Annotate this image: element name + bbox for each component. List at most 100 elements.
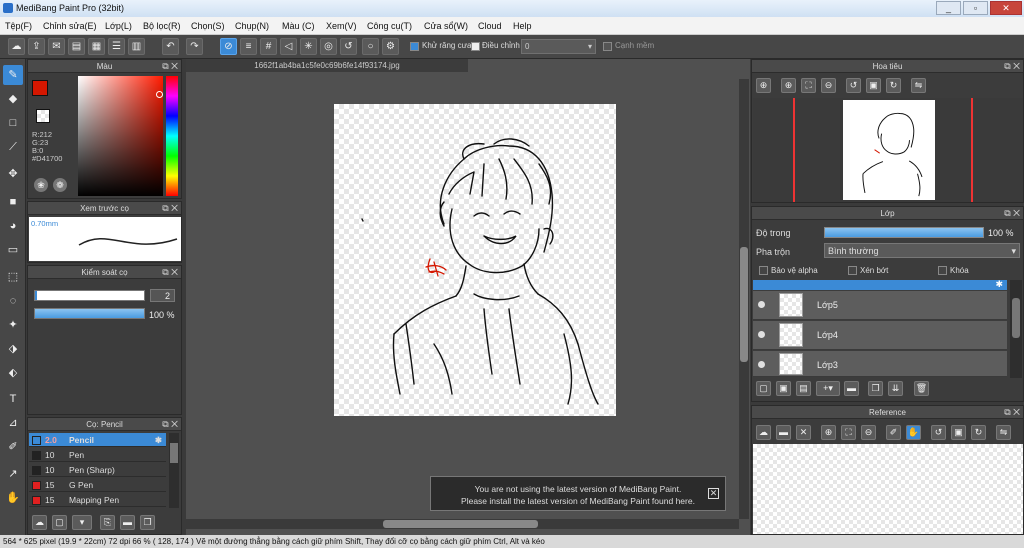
correction-select[interactable]: 0 ▾ [521,39,596,54]
no-snap-icon[interactable]: ⊘ [220,38,237,55]
list-icon[interactable]: ☰ [108,38,125,55]
visibility-icon[interactable] [758,301,765,308]
settings-icon[interactable]: ⚙ [382,38,399,55]
new-brush-icon[interactable]: ▢ [52,515,67,530]
brush-item-pencil[interactable]: 2.0 Pencil ✱ [29,433,166,447]
add-brush-icon[interactable]: ☁ [32,515,47,530]
eraser-tool-icon[interactable]: ◆ [3,89,23,109]
upload-icon[interactable]: ⇪ [28,38,45,55]
edge-checkbox[interactable] [603,42,612,51]
menu-help[interactable]: Help [513,21,532,31]
delete-layer-icon[interactable]: 🗑 [914,381,929,396]
navigator-preview[interactable] [753,98,1023,202]
grid-snap-icon[interactable]: # [260,38,277,55]
undo-icon[interactable]: ↶ [162,38,179,55]
blend-select[interactable]: Bình thường ▾ [824,243,1020,258]
gear-icon[interactable]: ✱ [995,279,1003,290]
selected-layer-row[interactable]: ✱ [753,279,1007,290]
picker-tool-icon[interactable]: ↗ [3,464,23,484]
visibility-icon[interactable] [758,361,765,368]
hue-bar[interactable] [166,76,178,196]
panel-close-icon[interactable]: ⧉ ✕ [162,266,178,279]
eyedropper-tool-icon[interactable]: ✐ [3,437,23,457]
lock-checkbox[interactable] [938,266,947,275]
new-layer-icon[interactable]: ▢ [756,381,771,396]
zoom-out-icon[interactable]: ⊖ [861,425,876,440]
clipping-checkbox[interactable] [848,266,857,275]
chat-icon[interactable]: ✉ [48,38,65,55]
brush-item-g-pen[interactable]: 15 G Pen [29,478,166,492]
update-notice[interactable]: You are not using the latest version of … [430,476,726,511]
antialias-checkbox[interactable] [410,42,419,51]
radial-snap-icon[interactable]: ✳ [300,38,317,55]
layer-opacity-slider[interactable] [824,227,984,238]
document-icon[interactable]: ▦ [88,38,105,55]
sub-color-swatch[interactable] [36,109,50,123]
curve-snap-icon[interactable]: ↺ [340,38,357,55]
brush-size-slider[interactable] [34,290,145,301]
panel-close-icon[interactable]: ⧉ ✕ [162,418,178,431]
minimize-button[interactable]: _ [936,1,961,15]
new-8bit-layer-icon[interactable]: ▤ [796,381,811,396]
rotate-left-icon[interactable]: ↺ [846,78,861,93]
cloud-icon[interactable]: ☁ [8,38,25,55]
menu-edit[interactable]: Chỉnh sửa(E) [43,21,97,31]
vanishing-snap-icon[interactable]: ◁ [280,38,297,55]
reset-rotate-icon[interactable]: ▣ [951,425,966,440]
grid-icon[interactable]: ▥ [128,38,145,55]
cloud-icon[interactable]: ☁ [756,425,771,440]
add-layer-menu-icon[interactable]: +▾ [816,381,840,396]
close-icon[interactable]: ✕ [796,425,811,440]
scroll-thumb[interactable] [740,247,748,362]
select-pen-tool-icon[interactable]: ⬗ [3,339,23,359]
document-tab[interactable]: 1662f1ab4ba1c5fe0c69b6fe14f93174.jpg [186,59,468,72]
panel-close-icon[interactable]: ⧉ ✕ [162,202,178,215]
redo-icon[interactable]: ↷ [186,38,203,55]
rotate-icon[interactable]: ○ [362,38,379,55]
zoom-out-icon[interactable]: ⊖ [821,78,836,93]
flip-icon[interactable]: ⇋ [996,425,1011,440]
fit-icon[interactable]: ⛶ [841,425,856,440]
folder-icon[interactable]: ▬ [120,515,135,530]
zoom-in-icon[interactable]: ⊕ [756,78,771,93]
fill-rect-tool-icon[interactable]: ■ [3,192,23,212]
duplicate-icon[interactable]: ❐ [140,515,155,530]
rotate-right-icon[interactable]: ↻ [971,425,986,440]
bucket-tool-icon[interactable]: ◕ [3,216,23,236]
main-color-swatch[interactable] [32,80,48,96]
folder-icon[interactable]: ▬ [844,381,859,396]
color-square[interactable] [78,76,163,196]
scroll-thumb[interactable] [1012,298,1020,338]
brush-item-pen-sharp[interactable]: 10 Pen (Sharp) [29,463,166,477]
layer-scrollbar[interactable] [1010,280,1022,378]
reset-rotate-icon[interactable]: ▣ [866,78,881,93]
rotate-right-icon[interactable]: ↻ [886,78,901,93]
dot-tool-icon[interactable]: □ [3,113,23,133]
parallel-snap-icon[interactable]: ≡ [240,38,257,55]
panel-close-icon[interactable]: ⧉ ✕ [1004,207,1020,220]
visibility-icon[interactable] [758,331,765,338]
eyedropper-icon[interactable]: ✐ [886,425,901,440]
fit-icon[interactable]: ⛶ [801,78,816,93]
menu-filter[interactable]: Bộ lọc(R) [143,21,181,31]
layer-row[interactable]: Lớp3 [753,351,1007,377]
flip-icon[interactable]: ⇋ [911,78,926,93]
magic-wand-tool-icon[interactable]: ✦ [3,315,23,335]
select-eraser-tool-icon[interactable]: ⬖ [3,363,23,383]
rotate-left-icon[interactable]: ↺ [931,425,946,440]
brush-list-scrollbar[interactable] [169,433,179,508]
palette-add-icon[interactable]: ❁ [53,178,67,192]
scroll-thumb[interactable] [170,443,178,463]
menu-cloud[interactable]: Cloud [478,21,502,31]
shape-tool-icon[interactable]: ⟋ [3,137,23,157]
copy-brush-icon[interactable]: ⎘ [100,515,115,530]
select-tool-icon[interactable]: ⬚ [3,267,23,287]
zoom-in-icon[interactable]: ⊕ [781,78,796,93]
hand-icon[interactable]: ✋ [906,425,921,440]
panel-close-icon[interactable]: ⧉ ✕ [1004,60,1020,73]
zoom-in-icon[interactable]: ⊕ [821,425,836,440]
divide-tool-icon[interactable]: ⊿ [3,413,23,433]
notice-close-icon[interactable]: ✕ [708,488,719,499]
menu-view[interactable]: Xem(V) [326,21,357,31]
canvas-horizontal-scrollbar[interactable] [186,519,739,529]
